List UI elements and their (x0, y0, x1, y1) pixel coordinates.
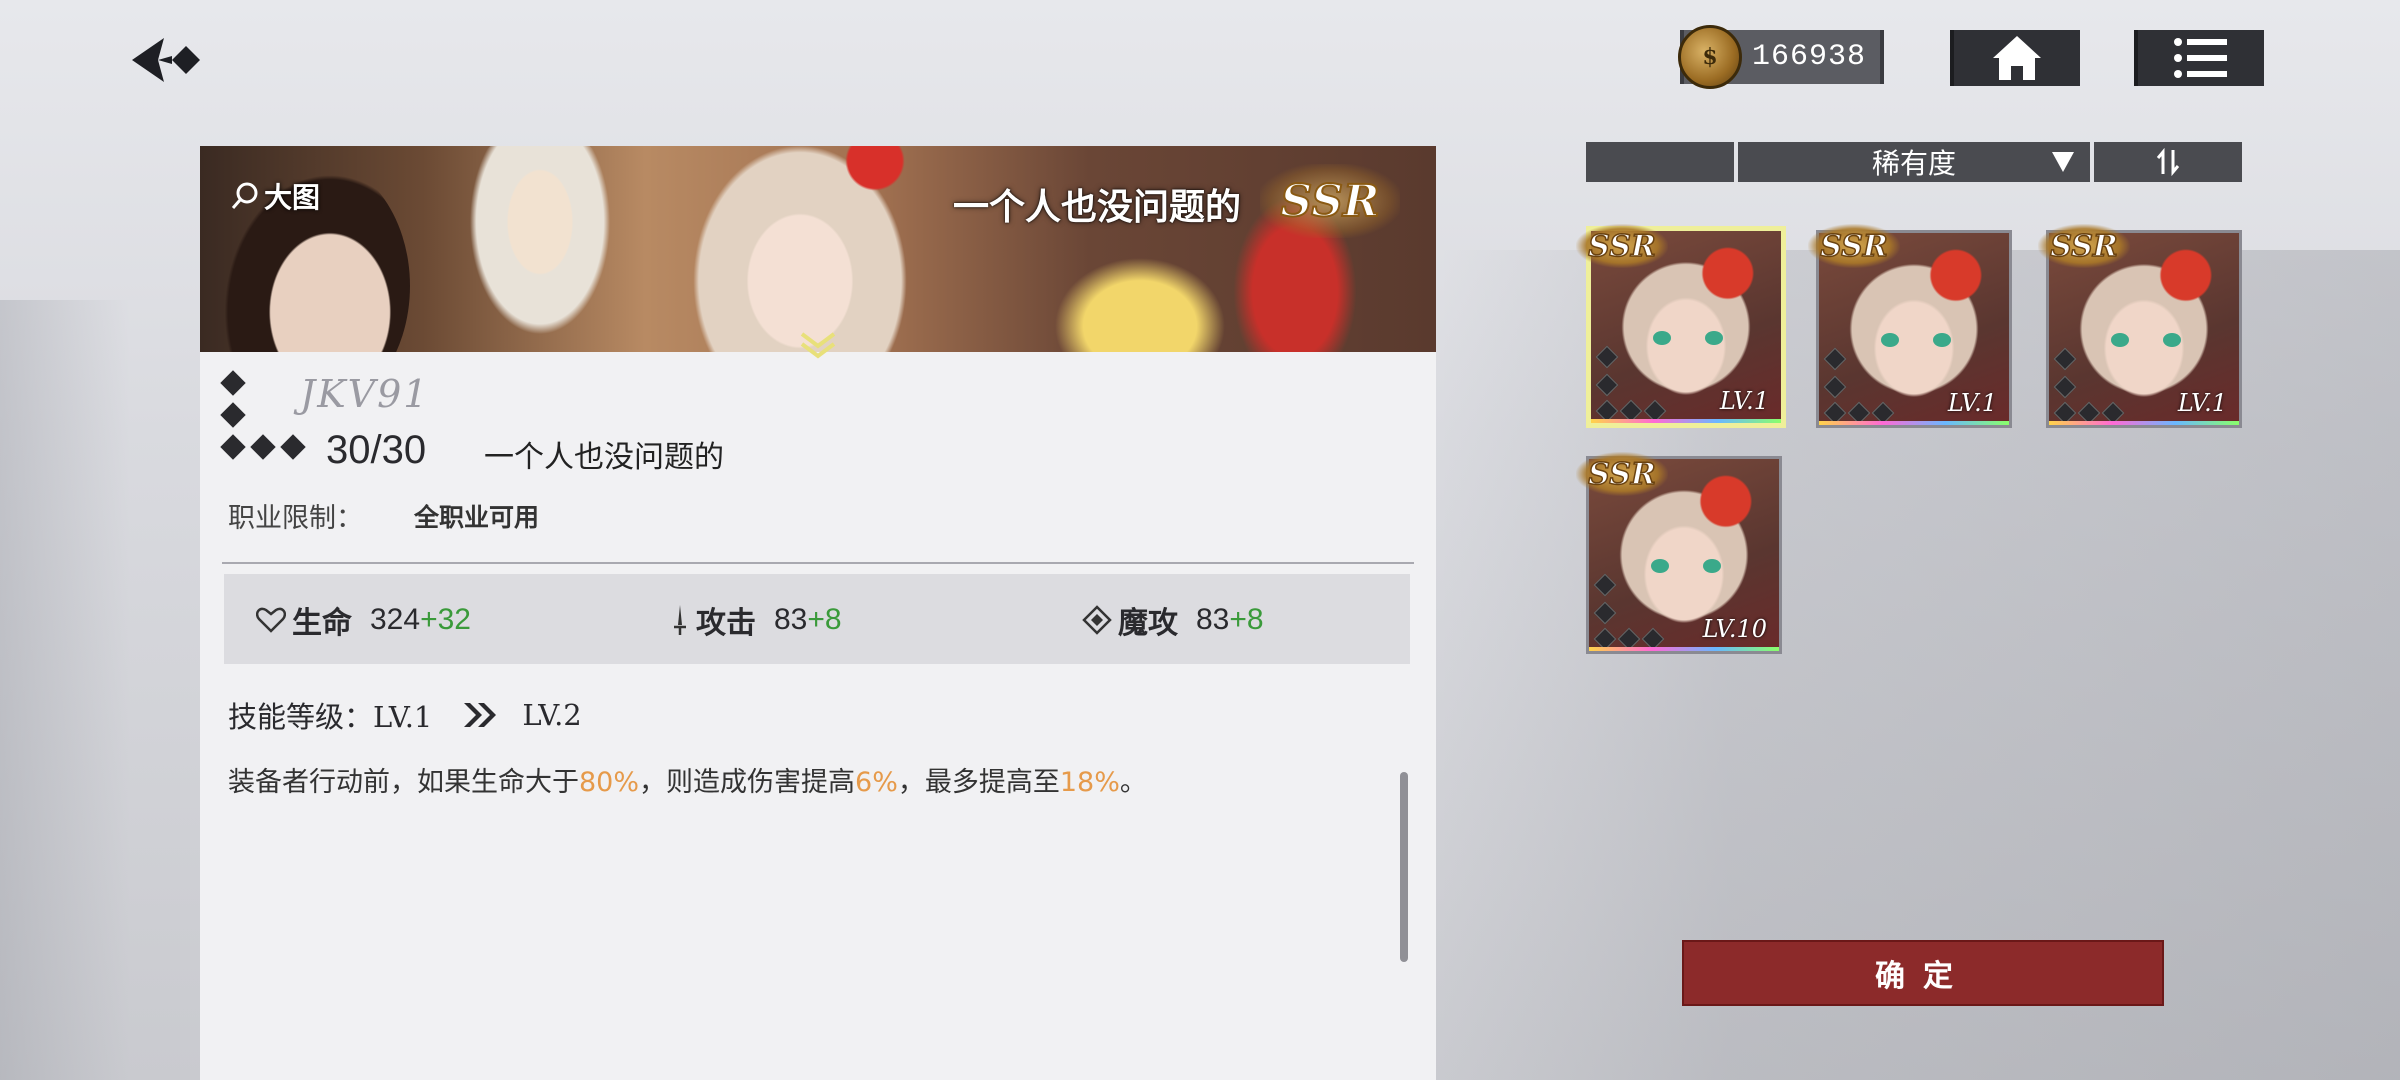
stat-magic-attack: 魔攻 83 +8 (1082, 598, 1264, 642)
rarity-strip (2049, 421, 2239, 425)
double-chevron-right-icon (464, 703, 497, 727)
sort-order-button[interactable] (2094, 142, 2242, 182)
magic-icon (1082, 605, 1112, 635)
stat-bonus: +32 (420, 603, 471, 636)
signature-mark: JKV91 (300, 372, 430, 416)
currency-value: 166938 (1752, 40, 1867, 74)
stat-value: 83 (1196, 603, 1230, 636)
portrait-eyes (1651, 559, 1721, 573)
class-restriction-value: 全职业可用 (414, 503, 540, 532)
rarity-badge: SSR (1260, 164, 1400, 238)
sort-dropdown[interactable]: 稀有度 (1738, 142, 2090, 182)
portrait-eyes (2111, 333, 2181, 347)
section-divider (222, 562, 1414, 564)
zoom-button[interactable]: 大图 (230, 176, 320, 216)
home-button[interactable] (1950, 30, 2080, 86)
card-level: LV.10 (1702, 615, 1767, 643)
skill-level-current: 技能等级：LV.1 (228, 700, 433, 734)
card-rarity-badge: SSR (1808, 224, 1900, 268)
sort-order-icon (2156, 148, 2180, 176)
skill-level-line: 技能等级：LV.1 LV.2 (228, 694, 582, 736)
rarity-strip (1819, 421, 2009, 425)
stat-value: 324 (370, 603, 421, 636)
desc-text: 。 (1119, 767, 1147, 798)
background-decoration-left (0, 300, 130, 1080)
portrait-eyes (1653, 331, 1723, 345)
desc-text: ，则造成伤害提高 (639, 767, 856, 798)
equipment-detail-card: 大图 一个人也没问题的 SSR JKV91 30/30 一个人也没问题的 职业限… (200, 146, 1436, 1080)
stat-bonus: +8 (807, 603, 842, 636)
sword-icon (674, 605, 686, 635)
stat-label: 魔攻 (1118, 606, 1178, 641)
zoom-label: 大图 (264, 181, 321, 214)
character-art-white-hair (450, 146, 630, 352)
stat-attack: 攻击 83 +8 (670, 598, 842, 642)
equipment-name: 一个人也没问题的 (484, 440, 724, 475)
stat-value: 83 (774, 603, 808, 636)
expand-chevron-icon[interactable] (800, 332, 836, 360)
triangle-down-icon (2052, 152, 2074, 172)
heart-icon (256, 607, 286, 633)
card-rarity-badge: SSR (1576, 224, 1668, 268)
banner-equipment-title: 一个人也没问题的 (952, 187, 1241, 228)
home-icon (1993, 36, 2041, 80)
stat-bonus: +8 (1229, 603, 1264, 636)
character-art-blonde (1040, 246, 1240, 352)
desc-text: 装备者行动前，如果生命大于 (228, 767, 579, 798)
filter-button[interactable] (1586, 142, 1734, 182)
stat-label: 攻击 (696, 606, 756, 641)
desc-highlight: 18% (1059, 767, 1120, 798)
stat-label: 生命 (292, 606, 352, 641)
sort-label: 稀有度 (1871, 147, 1956, 180)
skill-level-next: LV.2 (522, 698, 582, 732)
magnifier-icon (231, 182, 258, 209)
coin-icon: $ (1678, 25, 1742, 89)
confirm-button[interactable]: 确定 (1682, 940, 2164, 1006)
rarity-strip (1591, 419, 1781, 423)
menu-list-icon (2174, 38, 2227, 78)
card-level: LV.1 (2177, 389, 2227, 417)
equipment-banner-art: 大图 一个人也没问题的 SSR (200, 146, 1436, 352)
equipment-level: 30/30 (326, 428, 427, 472)
skill-description: 装备者行动前，如果生命大于80%，则造成伤害提高6%，最多提高至18%。 (228, 760, 1147, 799)
desc-highlight: 80% (579, 767, 640, 798)
stats-panel: 生命 324 +32 攻击 83 +8 魔攻 83 +8 (224, 574, 1410, 664)
back-button[interactable] (128, 30, 218, 90)
portrait-eyes (1881, 333, 1951, 347)
description-scrollbar[interactable] (1400, 772, 1408, 962)
currency-display: $ 166938 (1678, 25, 1884, 89)
rarity-strip (1589, 647, 1779, 651)
card-rarity-badge: SSR (1576, 452, 1668, 496)
stat-hp: 生命 324 +32 (256, 598, 471, 642)
desc-highlight: 6% (855, 767, 898, 798)
class-restriction-label: 职业限制： (228, 503, 363, 534)
card-rarity-badge: SSR (2038, 224, 2130, 268)
back-arrow-icon (132, 38, 200, 82)
menu-button[interactable] (2134, 30, 2264, 86)
desc-text: ，最多提高至 (897, 767, 1060, 798)
card-level: LV.1 (1947, 389, 1997, 417)
card-level: LV.1 (1719, 387, 1769, 415)
